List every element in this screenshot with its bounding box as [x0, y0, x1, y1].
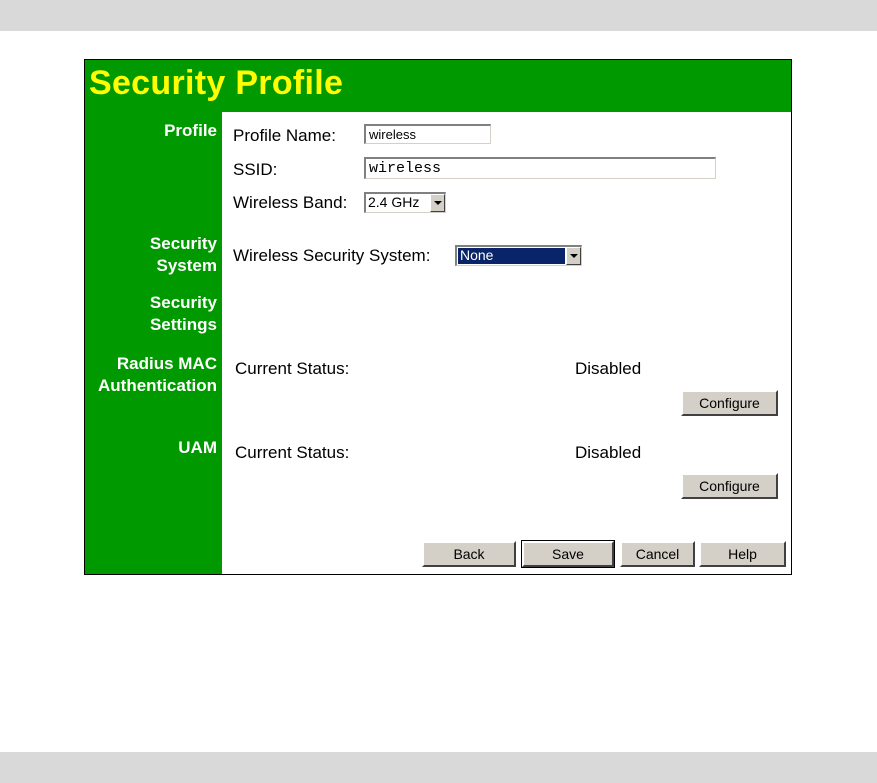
sidebar-label-security-settings-2: Settings: [149, 315, 217, 334]
radius-mac-status-label: Current Status:: [235, 359, 350, 378]
sidebar-label-security-system-1: Security: [149, 234, 217, 253]
sidebar-label-radius-mac-1: Radius MAC: [116, 354, 217, 373]
ssid-input[interactable]: [364, 157, 716, 179]
radius-mac-configure-button[interactable]: Configure: [681, 390, 778, 416]
page-title: Security Profile: [89, 64, 344, 102]
uam-configure-button[interactable]: Configure: [681, 473, 778, 499]
sidebar-label-security-settings-1: Security: [149, 293, 217, 312]
sidebar-label-uam: UAM: [178, 438, 217, 457]
security-system-label: Wireless Security System:: [233, 246, 431, 265]
security-profile-panel: Security Profile Profile Security System…: [84, 59, 792, 575]
sidebar-label-radius-mac-2: Authentication: [98, 376, 217, 395]
sidebar-label-profile: Profile: [164, 121, 217, 140]
sidebar-label-security-system-2: System: [156, 256, 217, 275]
security-system-value: None: [458, 248, 565, 264]
sidebar: Profile Security System Security Setting…: [85, 112, 222, 574]
cancel-button[interactable]: Cancel: [620, 541, 695, 567]
top-band: [0, 0, 877, 31]
bottom-band: [0, 752, 877, 783]
chevron-down-icon[interactable]: [430, 194, 445, 212]
security-system-select[interactable]: None: [455, 245, 582, 266]
ssid-label: SSID:: [233, 160, 278, 179]
uam-status-value: Disabled: [575, 443, 642, 462]
title-bar: Security Profile: [85, 60, 791, 112]
wireless-band-label: Wireless Band:: [233, 193, 348, 212]
help-button[interactable]: Help: [699, 541, 786, 567]
save-button[interactable]: Save: [521, 540, 615, 568]
radius-mac-status-value: Disabled: [575, 359, 642, 378]
wireless-band-value: 2.4 GHz: [368, 194, 420, 210]
profile-name-label: Profile Name:: [233, 126, 336, 145]
profile-name-input[interactable]: [364, 124, 491, 144]
chevron-down-icon[interactable]: [566, 247, 581, 265]
uam-status-label: Current Status:: [235, 443, 350, 462]
back-button[interactable]: Back: [422, 541, 516, 567]
wireless-band-select[interactable]: 2.4 GHz: [364, 192, 446, 213]
